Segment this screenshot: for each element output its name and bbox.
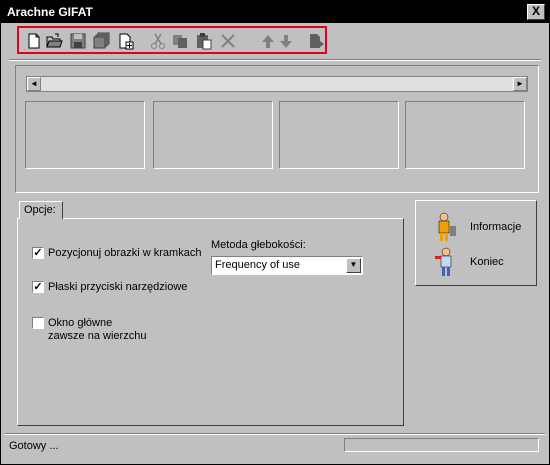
cut-icon[interactable] — [149, 32, 167, 50]
chevron-down-icon[interactable]: ▼ — [346, 258, 361, 273]
progress-panel — [344, 438, 539, 452]
checkbox-box[interactable] — [32, 317, 44, 329]
toolbar-separator — [9, 59, 541, 61]
delete-icon[interactable] — [219, 32, 237, 50]
export-icon[interactable] — [307, 32, 325, 50]
tab-options[interactable]: Opcje: — [19, 201, 63, 219]
toolbar — [17, 26, 327, 54]
status-text: Gotowy ... — [9, 440, 59, 452]
person-info-icon — [438, 212, 456, 241]
info-button[interactable]: Informacje — [434, 211, 532, 243]
close-button[interactable]: X — [527, 4, 545, 20]
app-window: Arachne GIFAT X ◄ ► Opcje: ✓ Pozycjonuj … — [0, 0, 550, 465]
checkbox-label-line1: Okno główne — [48, 317, 113, 329]
info-label: Informacje — [470, 221, 522, 233]
tab-options-label: Opcje: — [24, 204, 56, 216]
window-title: Arachne GIFAT — [7, 5, 93, 19]
checkbox-label: Pozycjonuj obrazki w kramkach — [48, 247, 202, 259]
person-exit-icon — [435, 247, 452, 276]
horizontal-scrollbar[interactable]: ◄ ► — [26, 76, 528, 92]
depth-method-label: Metoda głebokości: — [211, 239, 306, 251]
image-frame[interactable] — [25, 101, 145, 169]
depth-method-select[interactable]: Frequency of use ▼ — [211, 256, 363, 275]
scroll-right-icon[interactable]: ► — [513, 77, 527, 91]
side-panel: Informacje Koniec — [415, 200, 537, 286]
image-frame[interactable] — [279, 101, 399, 169]
checkbox-label-line2: zawsze na wierzchu — [48, 330, 147, 342]
new-document-icon[interactable] — [25, 32, 43, 50]
copy-icon[interactable] — [171, 32, 189, 50]
move-down-icon[interactable] — [277, 32, 295, 50]
paste-icon[interactable] — [195, 32, 213, 50]
status-bar: Gotowy ... — [5, 433, 545, 457]
image-strip-panel: ◄ ► — [15, 65, 539, 193]
checkbox-box[interactable]: ✓ — [32, 281, 44, 293]
add-document-icon[interactable] — [117, 32, 135, 50]
exit-button[interactable]: Koniec — [434, 246, 532, 278]
depth-method-value: Frequency of use — [215, 259, 300, 271]
save-all-icon[interactable] — [93, 32, 111, 50]
move-up-icon[interactable] — [259, 32, 277, 50]
scroll-left-icon[interactable]: ◄ — [27, 77, 41, 91]
checkbox-label: Płaski przyciski narzędziowe — [48, 281, 188, 293]
title-bar[interactable]: Arachne GIFAT X — [1, 1, 549, 23]
exit-label: Koniec — [470, 256, 504, 268]
save-icon[interactable] — [69, 32, 87, 50]
checkbox-box[interactable]: ✓ — [32, 247, 44, 259]
status-separator — [5, 433, 545, 435]
open-folder-icon[interactable] — [45, 32, 63, 50]
image-frame[interactable] — [153, 101, 273, 169]
image-frame[interactable] — [405, 101, 525, 169]
